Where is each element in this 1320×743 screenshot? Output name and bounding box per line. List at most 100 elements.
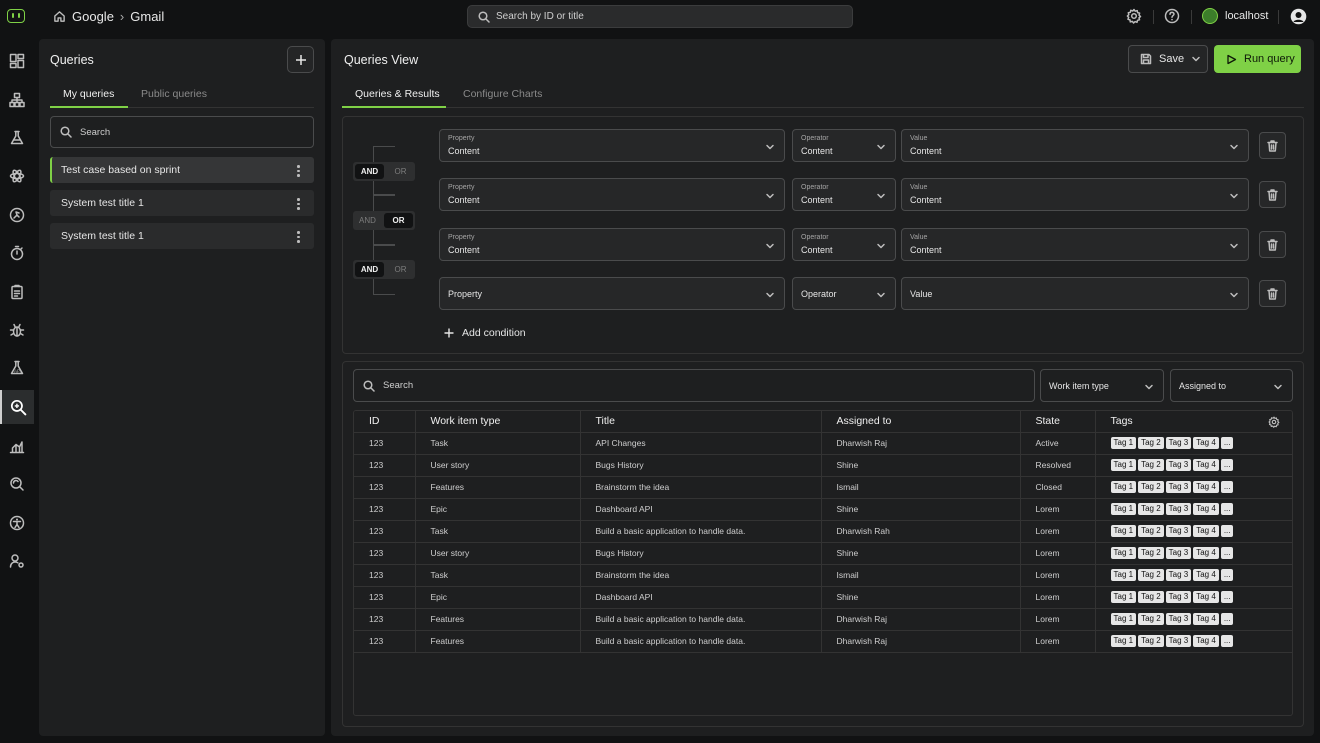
breadcrumb-item-project[interactable]: Gmail: [130, 9, 164, 24]
timer-icon[interactable]: [7, 243, 27, 263]
tag-badge[interactable]: Tag 1: [1110, 635, 1137, 647]
tag-badge[interactable]: Tag 4: [1193, 547, 1219, 559]
tag-badge[interactable]: Tag 2: [1138, 437, 1164, 449]
more-tags-badge[interactable]: ...: [1220, 503, 1234, 515]
query-list-item[interactable]: System test title 1: [50, 190, 314, 216]
operator-select[interactable]: Operator Content: [792, 129, 896, 162]
delete-condition-button[interactable]: [1259, 181, 1286, 208]
more-tags-badge[interactable]: ...: [1220, 481, 1234, 493]
save-button[interactable]: Save: [1128, 45, 1208, 73]
queries-search-input[interactable]: Search: [50, 116, 314, 148]
tag-badge[interactable]: Tag 3: [1165, 525, 1192, 537]
tag-badge[interactable]: Tag 1: [1110, 503, 1137, 515]
delete-condition-button[interactable]: [1259, 280, 1286, 307]
assigned-to-filter[interactable]: Assigned to: [1170, 369, 1293, 402]
value-select[interactable]: Value Content: [901, 228, 1249, 261]
add-condition-button[interactable]: Add condition: [444, 327, 526, 339]
and-option[interactable]: AND: [353, 211, 382, 230]
tag-badge[interactable]: Tag 3: [1165, 635, 1192, 647]
tag-badge[interactable]: Tag 1: [1110, 437, 1137, 449]
property-select[interactable]: Property Content: [439, 228, 785, 261]
more-tags-badge[interactable]: ...: [1220, 613, 1234, 625]
and-or-toggle[interactable]: AND OR: [353, 211, 415, 230]
more-tags-badge[interactable]: ...: [1220, 591, 1234, 603]
tag-badge[interactable]: Tag 1: [1110, 547, 1137, 559]
column-header-id[interactable]: ID: [354, 411, 416, 433]
tag-badge[interactable]: Tag 1: [1110, 613, 1137, 625]
column-header-state[interactable]: State: [1020, 411, 1096, 433]
user-avatar-icon[interactable]: [1290, 8, 1307, 25]
work-item-type-filter[interactable]: Work item type: [1040, 369, 1164, 402]
and-or-toggle[interactable]: AND OR: [353, 162, 415, 181]
tag-badge[interactable]: Tag 4: [1193, 613, 1219, 625]
table-row[interactable]: 123 Features Build a basic application to …: [354, 608, 1292, 631]
tag-badge[interactable]: Tag 2: [1138, 591, 1164, 603]
table-row[interactable]: 123 User story Bugs History Shine Resolved Ta…: [354, 454, 1292, 477]
settings-gear-icon[interactable]: [1126, 8, 1142, 24]
table-row[interactable]: 123 Epic Dashboard API Shine Lorem Tag 1 Tag 2…: [354, 498, 1292, 521]
tab-public-queries[interactable]: Public queries: [141, 88, 207, 100]
query-list-item[interactable]: System test title 1: [50, 223, 314, 249]
operator-select[interactable]: Operator: [792, 277, 896, 310]
column-header-tags[interactable]: Tags: [1111, 415, 1133, 427]
table-row[interactable]: 123 Task Build a basic application to hand…: [354, 520, 1292, 543]
run-icon[interactable]: [7, 205, 27, 225]
chart-flow-icon[interactable]: [7, 436, 27, 456]
table-row[interactable]: 123 Task API Changes Dharwish Raj Active Tag …: [354, 432, 1292, 455]
tag-badge[interactable]: Tag 4: [1193, 525, 1219, 537]
query-search-icon[interactable]: [0, 390, 34, 424]
more-options-icon[interactable]: [297, 231, 300, 243]
more-tags-badge[interactable]: ...: [1220, 547, 1234, 559]
search-sync-icon[interactable]: [7, 474, 27, 494]
more-tags-badge[interactable]: ...: [1220, 635, 1234, 647]
delete-condition-button[interactable]: [1259, 231, 1286, 258]
and-or-toggle[interactable]: AND OR: [353, 260, 415, 279]
tag-badge[interactable]: Tag 4: [1193, 481, 1219, 493]
tag-badge[interactable]: Tag 3: [1165, 503, 1192, 515]
table-row[interactable]: 123 User story Bugs History Shine Lorem Tag 1…: [354, 542, 1292, 565]
tag-badge[interactable]: Tag 3: [1165, 547, 1192, 559]
tag-badge[interactable]: Tag 3: [1165, 569, 1192, 581]
clipboard-icon[interactable]: [7, 282, 27, 302]
host-selector[interactable]: localhost: [1202, 8, 1268, 24]
query-list-item[interactable]: Test case based on sprint: [50, 157, 314, 183]
table-row[interactable]: 123 Features Brainstorm the idea Ismail Clos…: [354, 476, 1292, 499]
help-icon[interactable]: [1164, 8, 1180, 24]
more-tags-badge[interactable]: ...: [1220, 459, 1234, 471]
tag-badge[interactable]: Tag 2: [1138, 635, 1164, 647]
tag-badge[interactable]: Tag 4: [1193, 569, 1219, 581]
tag-badge[interactable]: Tag 3: [1165, 613, 1192, 625]
column-header-title[interactable]: Title: [580, 411, 822, 433]
property-select[interactable]: Property Content: [439, 178, 785, 211]
tag-badge[interactable]: Tag 3: [1165, 591, 1192, 603]
or-option[interactable]: OR: [386, 260, 415, 279]
atom-icon[interactable]: [7, 166, 27, 186]
table-row[interactable]: 123 Epic Dashboard API Shine Lorem Tag 1 Tag 2…: [354, 586, 1292, 609]
api-icon[interactable]: API: [7, 358, 27, 378]
tag-badge[interactable]: Tag 3: [1165, 481, 1192, 493]
tab-configure-charts[interactable]: Configure Charts: [463, 88, 542, 100]
value-select[interactable]: Value: [901, 277, 1249, 310]
table-row[interactable]: 123 Task Brainstorm the idea Ismail Lorem Tag…: [354, 564, 1292, 587]
tag-badge[interactable]: Tag 2: [1138, 613, 1164, 625]
tag-badge[interactable]: Tag 1: [1110, 481, 1137, 493]
tag-badge[interactable]: Tag 3: [1165, 437, 1192, 449]
breadcrumb-item-org[interactable]: Google: [72, 9, 114, 24]
hierarchy-icon[interactable]: [7, 90, 27, 110]
table-row[interactable]: 123 Features Build a basic application to …: [354, 630, 1292, 653]
run-query-button[interactable]: Run query: [1214, 45, 1301, 73]
person-settings-icon[interactable]: [7, 551, 27, 571]
tag-badge[interactable]: Tag 2: [1138, 481, 1164, 493]
more-tags-badge[interactable]: ...: [1220, 437, 1234, 449]
column-settings-gear-icon[interactable]: [1268, 416, 1280, 428]
accessibility-icon[interactable]: [7, 513, 27, 533]
operator-select[interactable]: Operator Content: [792, 228, 896, 261]
tag-badge[interactable]: Tag 2: [1138, 569, 1164, 581]
and-option[interactable]: AND: [355, 164, 384, 179]
value-select[interactable]: Value Content: [901, 178, 1249, 211]
tag-badge[interactable]: Tag 2: [1138, 547, 1164, 559]
tag-badge[interactable]: Tag 4: [1193, 459, 1219, 471]
flask-icon[interactable]: [7, 128, 27, 148]
more-options-icon[interactable]: [297, 198, 300, 210]
column-header-assigned-to[interactable]: Assigned to: [821, 411, 1021, 433]
